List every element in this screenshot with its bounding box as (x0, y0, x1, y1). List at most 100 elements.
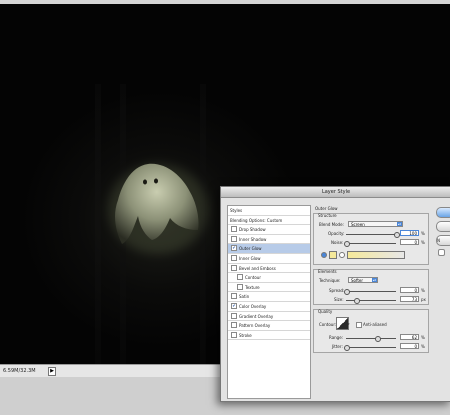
effect-item-inner-shadow[interactable]: Inner Shadow (228, 235, 310, 245)
preview-checkbox[interactable] (438, 249, 445, 256)
size-knob[interactable] (354, 298, 360, 304)
noise-slider[interactable] (344, 241, 396, 247)
effect-checkbox[interactable] (231, 235, 237, 242)
technique-value: Softer (351, 278, 363, 283)
jitter-knob[interactable] (344, 345, 350, 351)
ok-button[interactable] (436, 207, 450, 218)
opacity-unit: % (421, 231, 425, 236)
solid-color-radio[interactable] (321, 252, 327, 258)
effect-label: Gradient Overlay (239, 313, 274, 319)
opacity-slider[interactable] (346, 232, 400, 238)
jitter-slider[interactable] (344, 345, 396, 351)
size-slider[interactable] (346, 298, 396, 304)
contour-dropdown-icon[interactable]: ▾ (348, 322, 350, 326)
status-menu-arrow-icon[interactable]: ▶ (48, 367, 56, 376)
effect-label: Stroke (239, 332, 252, 338)
effect-label: Drop Shadow (239, 227, 266, 233)
jitter-unit: % (421, 344, 425, 349)
effect-item-gradient-overlay[interactable]: Gradient Overlay (228, 312, 310, 322)
effect-label: Contour (245, 275, 261, 281)
jitter-field[interactable]: 0 (400, 343, 419, 349)
effect-checkbox[interactable] (231, 331, 237, 338)
effect-item-satin[interactable]: Satin (228, 292, 310, 302)
effect-label: Satin (239, 294, 250, 300)
doc-size-readout: 6.59M/32.3M (3, 368, 36, 374)
anti-aliased-checkbox[interactable] (356, 322, 362, 328)
effect-checkbox[interactable] (231, 254, 237, 261)
effect-item-texture[interactable]: Texture (228, 283, 310, 293)
range-field[interactable]: 62 (400, 334, 419, 340)
effect-item-drop-shadow[interactable]: Drop Shadow (228, 225, 310, 235)
range-label: Range: (329, 335, 344, 340)
effect-checkbox[interactable]: ✔ (231, 302, 237, 309)
effect-item-bevel-and-emboss[interactable]: Bevel and Emboss (228, 264, 310, 274)
effect-item-pattern-overlay[interactable]: Pattern Overlay (228, 321, 310, 331)
anti-aliased-label: Anti-aliased (363, 322, 387, 327)
panel-heading: Outer Glow (315, 206, 338, 211)
blend-mode-select[interactable]: Screen ▴▾ (348, 221, 403, 227)
size-field[interactable]: 73 (400, 296, 419, 302)
spread-unit: % (421, 288, 425, 293)
effect-label: Color Overlay (239, 303, 267, 309)
elements-title: Elements (318, 269, 337, 274)
styles-header[interactable]: Styles (228, 206, 310, 216)
opacity-field[interactable]: 100 (400, 230, 419, 236)
effect-label: Inner Shadow (239, 236, 267, 242)
layer-style-dialog: Layer Style Styles Blending Options: Cus… (220, 186, 450, 402)
noise-label: Noise: (331, 240, 344, 245)
effect-item-stroke[interactable]: Stroke (228, 331, 310, 341)
noise-unit: % (421, 240, 425, 245)
blend-mode-label: Blend Mode: (319, 222, 344, 227)
effect-checkbox[interactable] (237, 283, 243, 290)
spread-slider[interactable] (344, 289, 396, 295)
quality-group: Quality Contour: ▾ Anti-aliased Range: 6… (313, 309, 429, 353)
effect-item-outer-glow[interactable]: ✔ Outer Glow (228, 244, 310, 254)
dropdown-arrow-icon: ▴▾ (397, 222, 402, 226)
structure-group: Structure Blend Mode: Screen ▴▾ Opacity: … (313, 213, 429, 265)
effect-item-inner-glow[interactable]: Inner Glow (228, 254, 310, 264)
range-slider[interactable] (346, 336, 396, 342)
effect-checkbox[interactable] (231, 322, 237, 329)
size-label: Size: (334, 297, 344, 302)
elements-group: Elements Technique: Softer ▴▾ Spread: 0 %… (313, 269, 429, 305)
blend-mode-value: Screen (351, 222, 365, 227)
technique-label: Technique: (319, 278, 341, 283)
structure-title: Structure (318, 213, 337, 218)
effect-checkbox[interactable] (231, 226, 237, 233)
range-knob[interactable] (375, 336, 381, 342)
dropdown-arrow-icon: ▴▾ (372, 278, 377, 282)
glow-gradient-picker[interactable] (347, 251, 405, 259)
effect-label: Bevel and Emboss (239, 265, 276, 271)
gradient-radio[interactable] (339, 252, 345, 258)
effect-label: Inner Glow (239, 255, 261, 261)
effect-checkbox[interactable] (237, 274, 243, 281)
effect-label: Pattern Overlay (239, 323, 271, 329)
noise-knob[interactable] (344, 241, 350, 247)
effect-checkbox[interactable] (231, 264, 237, 271)
range-unit: % (421, 335, 425, 340)
quality-title: Quality (318, 309, 333, 314)
technique-select[interactable]: Softer ▴▾ (348, 277, 378, 283)
noise-field[interactable]: 0 (400, 239, 419, 245)
blending-options-item[interactable]: Blending Options: Custom (228, 216, 310, 226)
styles-list: Styles Blending Options: Custom Drop Sha… (227, 205, 311, 399)
cancel-button[interactable] (436, 221, 450, 232)
size-unit: px (421, 297, 426, 302)
effect-checkbox[interactable] (231, 293, 237, 300)
effect-checkbox[interactable] (231, 312, 237, 319)
effect-item-color-overlay[interactable]: ✔ Color Overlay (228, 302, 310, 312)
effect-label: Texture (245, 284, 260, 290)
effect-item-contour[interactable]: Contour (228, 273, 310, 283)
spread-field[interactable]: 0 (400, 287, 419, 293)
glow-color-swatch[interactable] (329, 251, 337, 259)
outer-glow-panel: Outer Glow Structure Blend Mode: Screen ▴… (313, 203, 430, 397)
effect-checkbox[interactable]: ✔ (231, 245, 237, 252)
dialog-title: Layer Style (221, 187, 450, 198)
jitter-label: Jitter: (332, 344, 343, 349)
spread-knob[interactable] (344, 289, 350, 295)
new-style-button[interactable]: N (436, 235, 450, 246)
opacity-label: Opacity: (328, 231, 345, 236)
contour-label: Contour: (319, 322, 337, 327)
effect-label: Outer Glow (239, 246, 262, 252)
spread-label: Spread: (329, 288, 345, 293)
